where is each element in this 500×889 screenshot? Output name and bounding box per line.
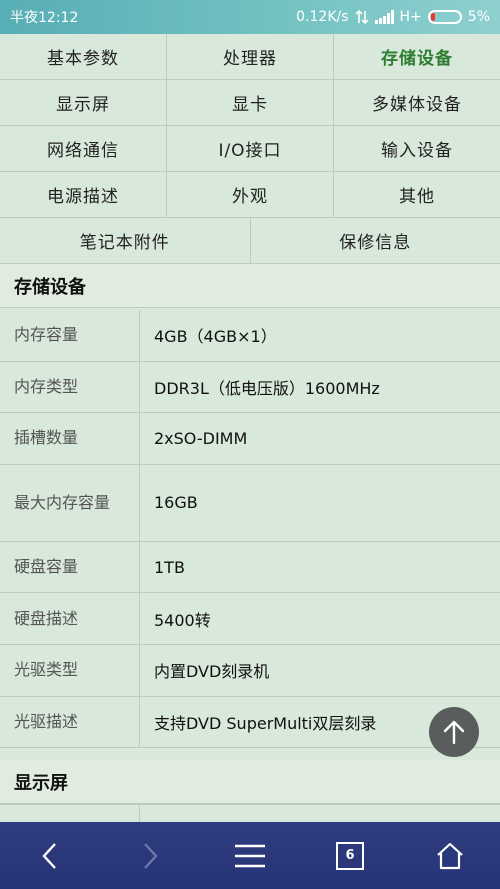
data-transfer-icon <box>354 10 369 24</box>
category-tab[interactable]: 外观 <box>167 172 334 217</box>
table-row: 最大内存容量 16GB <box>0 464 500 542</box>
signal-icon <box>374 10 394 24</box>
category-tab[interactable]: 多媒体设备 <box>334 80 500 125</box>
spec-value: DDR3L（低电压版）1600MHz <box>154 378 380 398</box>
spec-key: 硬盘描述 <box>0 593 140 644</box>
forward-button[interactable] <box>120 826 180 886</box>
table-row-partial <box>0 804 500 824</box>
spec-key: 内存类型 <box>0 361 140 413</box>
category-tab[interactable]: I/O接口 <box>167 126 334 171</box>
arrow-up-icon <box>443 720 465 745</box>
menu-button[interactable] <box>220 826 280 886</box>
table-row: 内存类型 DDR3L（低电压版）1600MHz <box>0 361 500 414</box>
spec-value: 2xSO-DIMM <box>154 428 248 448</box>
category-row: 笔记本附件 保修信息 <box>0 218 500 264</box>
table-row: 硬盘描述 5400转 <box>0 593 500 645</box>
spec-key: 最大内存容量 <box>0 464 140 541</box>
category-tab[interactable]: 显卡 <box>167 80 334 125</box>
bottom-nav-bar: 6 <box>0 822 500 889</box>
category-tab[interactable]: 保修信息 <box>251 218 500 263</box>
battery-percent: 5% <box>467 9 490 25</box>
category-tab[interactable]: 输入设备 <box>334 126 500 171</box>
spec-table: 内存容量 4GB（4GB×1） 内存类型 DDR3L（低电压版）1600MHz 插槽数量… <box>0 310 500 749</box>
network-type: H+ <box>399 9 422 25</box>
section-title-display: 显示屏 <box>0 760 500 804</box>
table-row: 硬盘容量 1TB <box>0 541 500 594</box>
spec-value: 4GB（4GB×1） <box>154 327 277 347</box>
category-tab[interactable]: 存储设备 <box>334 34 500 79</box>
category-row: 网络通信 I/O接口 输入设备 <box>0 126 500 172</box>
category-tab[interactable]: 显示屏 <box>0 80 167 125</box>
chevron-right-icon <box>144 842 158 869</box>
category-row: 显示屏 显卡 多媒体设备 <box>0 80 500 126</box>
tabs-button[interactable]: 6 <box>320 826 380 886</box>
spec-key: 光驱类型 <box>0 644 140 696</box>
table-row: 光驱类型 内置DVD刻录机 <box>0 644 500 697</box>
network-speed: 0.12K/s <box>296 9 349 25</box>
status-time: 半夜12:12 <box>10 10 79 26</box>
chevron-left-icon <box>42 842 56 869</box>
spec-key: 硬盘容量 <box>0 541 140 593</box>
category-tab[interactable]: 基本参数 <box>0 34 167 79</box>
table-row: 插槽数量 2xSO-DIMM <box>0 413 500 465</box>
spec-key: 内存容量 <box>0 310 140 361</box>
category-grid: 基本参数 处理器 存储设备 显示屏 显卡 多媒体设备 网络通信 I/O接口 输入设备 电源描述 外观… <box>0 34 500 264</box>
home-button[interactable] <box>420 826 480 886</box>
category-row: 电源描述 外观 其他 <box>0 172 500 218</box>
category-tab[interactable]: 笔记本附件 <box>0 218 251 263</box>
spec-value: 5400转 <box>154 610 211 630</box>
spec-value: 1TB <box>154 557 185 577</box>
table-row: 光驱描述 支持DVD SuperMulti双层刻录 <box>0 696 500 749</box>
category-tab[interactable]: 处理器 <box>167 34 334 79</box>
category-tab[interactable]: 网络通信 <box>0 126 167 171</box>
back-to-top-button[interactable] <box>429 707 479 757</box>
menu-icon <box>235 844 265 867</box>
spec-key: 插槽数量 <box>0 413 140 464</box>
category-tab[interactable]: 电源描述 <box>0 172 167 217</box>
back-button[interactable] <box>20 826 80 886</box>
home-icon <box>437 842 463 869</box>
category-row: 基本参数 处理器 存储设备 <box>0 34 500 80</box>
battery-icon <box>427 10 462 24</box>
category-tab[interactable]: 其他 <box>334 172 500 217</box>
section-title-storage: 存储设备 <box>0 264 500 308</box>
spec-value: 内置DVD刻录机 <box>154 662 270 682</box>
tab-count: 6 <box>336 841 364 870</box>
status-bar: 半夜12:12 0.12K/s H+ 5% <box>0 0 500 34</box>
spec-value: 16GB <box>154 493 198 513</box>
spec-key: 光驱描述 <box>0 696 140 748</box>
table-row: 内存容量 4GB（4GB×1） <box>0 310 500 362</box>
